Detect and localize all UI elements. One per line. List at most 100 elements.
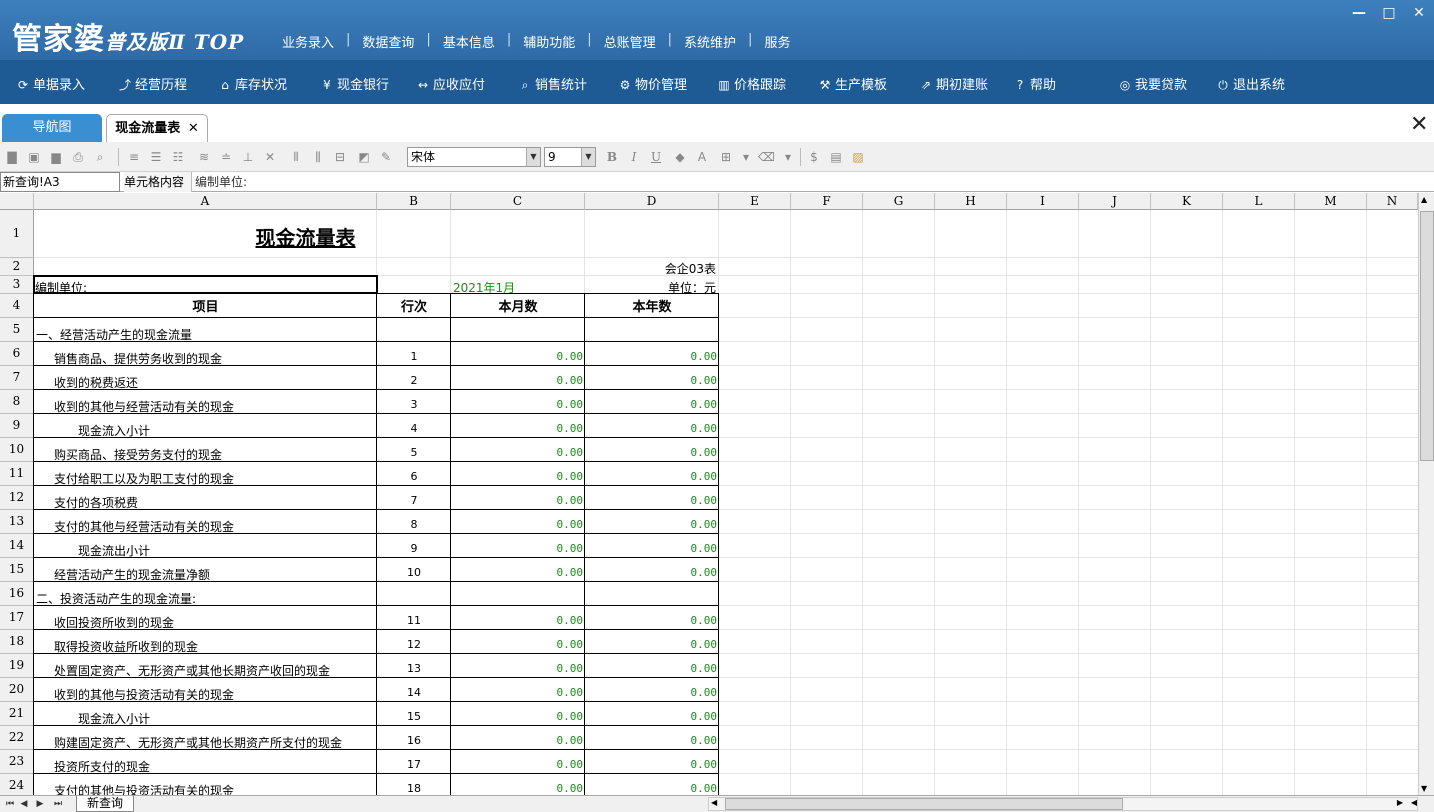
last-sheet-icon[interactable]: ⏭ bbox=[52, 797, 64, 811]
nav-item-1[interactable]: ⤴ 经营历程 bbox=[118, 74, 187, 93]
row-header[interactable]: 4 bbox=[0, 294, 34, 318]
row-header[interactable]: 23 bbox=[0, 750, 34, 774]
font-size-select[interactable]: 9 ▼ bbox=[544, 147, 596, 167]
column-header[interactable]: B bbox=[377, 193, 451, 210]
row-header[interactable]: 12 bbox=[0, 486, 34, 510]
nav-item-10[interactable]: ? 帮助 bbox=[1013, 74, 1056, 93]
merge-cells-icon[interactable]: ◩ bbox=[356, 150, 372, 164]
format-painter-icon[interactable]: ✎ bbox=[378, 150, 394, 164]
font-color-icon[interactable]: A bbox=[694, 150, 710, 164]
align-top-icon[interactable]: ☰ bbox=[148, 150, 164, 164]
preview-icon[interactable]: ⌕ bbox=[92, 150, 108, 164]
top-menu-item[interactable]: 辅助功能 bbox=[511, 32, 587, 51]
align-justify-icon[interactable]: ☷ bbox=[170, 150, 186, 164]
minimize-button[interactable]: — bbox=[1348, 4, 1370, 22]
scroll-down-icon[interactable]: ▼ bbox=[1421, 784, 1427, 793]
bold-icon[interactable]: B bbox=[604, 150, 620, 164]
delete-row-icon[interactable]: ⊟ bbox=[332, 150, 348, 164]
row-header[interactable]: 22 bbox=[0, 726, 34, 750]
top-menu-item[interactable]: 服务 bbox=[752, 32, 802, 51]
nav-item-8[interactable]: ⚒ 生产模板 bbox=[818, 74, 887, 93]
borders-dropdown-icon[interactable]: ▾ bbox=[738, 150, 754, 164]
close-all-tabs-icon[interactable]: ✕ bbox=[1410, 112, 1428, 137]
save-icon[interactable]: ▣ bbox=[26, 150, 42, 164]
image-icon[interactable]: ▨ bbox=[850, 150, 866, 164]
new-icon[interactable]: ▇ bbox=[4, 150, 20, 164]
eraser-dropdown-icon[interactable]: ▾ bbox=[780, 150, 796, 164]
borders-icon[interactable]: ⊞ bbox=[718, 150, 734, 164]
top-menu-item[interactable]: 总账管理 bbox=[592, 32, 668, 51]
horizontal-scrollbar[interactable]: ◀ ▶ ◀ bbox=[708, 797, 1418, 811]
fill-color-icon[interactable]: ◆ bbox=[672, 150, 688, 164]
nav-item-6[interactable]: ⚙ 物价管理 bbox=[618, 74, 687, 93]
delete-column-icon[interactable]: ⫼ bbox=[310, 150, 326, 164]
column-header[interactable]: K bbox=[1151, 193, 1223, 210]
document-icon[interactable]: ▤ bbox=[828, 150, 844, 164]
column-header[interactable]: M bbox=[1295, 193, 1367, 210]
valign-middle-icon[interactable]: ≐ bbox=[218, 150, 234, 164]
column-header[interactable]: L bbox=[1223, 193, 1295, 210]
vertical-scroll-thumb[interactable] bbox=[1420, 211, 1434, 461]
nav-item-4[interactable]: ↔ 应收应付 bbox=[416, 74, 485, 93]
row-header[interactable]: 16 bbox=[0, 582, 34, 606]
row-header[interactable]: 20 bbox=[0, 678, 34, 702]
column-header[interactable]: E bbox=[719, 193, 791, 210]
nav-item-3[interactable]: ¥ 现金银行 bbox=[320, 74, 389, 93]
top-menu-item[interactable]: 系统维护 bbox=[672, 32, 748, 51]
nav-item-9[interactable]: ⇗ 期初建账 bbox=[919, 74, 988, 93]
row-header[interactable]: 6 bbox=[0, 342, 34, 366]
prev-sheet-icon[interactable]: ◀ bbox=[18, 797, 30, 811]
column-header[interactable]: D bbox=[585, 193, 719, 210]
name-box[interactable]: 新查询!A3 bbox=[0, 172, 120, 192]
row-header[interactable]: 7 bbox=[0, 366, 34, 390]
nav-item-7[interactable]: ▥ 价格跟踪 bbox=[717, 74, 786, 93]
scroll-up-icon[interactable]: ▲ bbox=[1421, 195, 1427, 204]
scroll-right-icon[interactable]: ▶ bbox=[1397, 798, 1403, 807]
print-icon[interactable]: ⎙ bbox=[70, 150, 86, 164]
row-header[interactable]: 18 bbox=[0, 630, 34, 654]
vertical-scrollbar[interactable]: ▲ ▼ bbox=[1418, 193, 1434, 795]
font-name-select[interactable]: 宋体 ▼ bbox=[407, 147, 541, 167]
row-header[interactable]: 24 bbox=[0, 774, 34, 795]
maximize-button[interactable]: □ bbox=[1378, 4, 1400, 22]
select-all-corner[interactable] bbox=[0, 193, 34, 210]
column-header[interactable]: I bbox=[1007, 193, 1079, 210]
close-window-button[interactable]: ✕ bbox=[1408, 4, 1430, 22]
column-header[interactable]: N bbox=[1367, 193, 1418, 210]
column-header[interactable]: H bbox=[935, 193, 1007, 210]
horizontal-scroll-thumb[interactable] bbox=[725, 798, 1123, 810]
nav-item-11[interactable]: ◎ 我要贷款 bbox=[1118, 74, 1187, 93]
formula-input[interactable]: 编制单位: bbox=[195, 172, 247, 192]
sheet-tab[interactable]: 新查询 bbox=[76, 796, 134, 812]
nav-item-2[interactable]: ⌂ 库存状况 bbox=[218, 74, 287, 93]
row-header[interactable]: 15 bbox=[0, 558, 34, 582]
row-header[interactable]: 14 bbox=[0, 534, 34, 558]
export-icon[interactable]: ▆ bbox=[48, 150, 64, 164]
row-header[interactable]: 1 bbox=[0, 210, 34, 258]
wrap-icon[interactable]: ≋ bbox=[196, 150, 212, 164]
top-menu-item[interactable]: 业务录入 bbox=[270, 32, 346, 51]
column-header[interactable]: G bbox=[863, 193, 935, 210]
row-header[interactable]: 5 bbox=[0, 318, 34, 342]
underline-icon[interactable]: U bbox=[648, 150, 664, 164]
italic-icon[interactable]: I bbox=[626, 150, 642, 164]
row-header[interactable]: 17 bbox=[0, 606, 34, 630]
row-header[interactable]: 8 bbox=[0, 390, 34, 414]
insert-column-icon[interactable]: ⫴ bbox=[288, 150, 304, 164]
row-header[interactable]: 19 bbox=[0, 654, 34, 678]
nav-item-0[interactable]: ⟳ 单据录入 bbox=[16, 74, 85, 93]
tab-close-icon[interactable]: ✕ bbox=[188, 121, 199, 136]
scroll-left-icon[interactable]: ◀ bbox=[711, 798, 717, 807]
align-left-icon[interactable]: ≡ bbox=[126, 150, 142, 164]
column-header[interactable]: F bbox=[791, 193, 863, 210]
formula-icon[interactable]: $ bbox=[806, 150, 822, 164]
eraser-icon[interactable]: ⌫ bbox=[758, 150, 775, 164]
tab-navigation-map[interactable]: 导航图 bbox=[2, 114, 102, 142]
top-menu-item[interactable]: 基本信息 bbox=[431, 32, 507, 51]
spreadsheet-grid[interactable]: A B C D E F G H I J K L M N 1 2 3 4 5 6 7 8 9 10 11 12 13 14 15 16 17 1… bbox=[0, 193, 1418, 795]
column-header[interactable]: J bbox=[1079, 193, 1151, 210]
tab-cash-flow-statement[interactable]: 现金流量表 ✕ bbox=[106, 114, 208, 142]
scroll-end-icon[interactable]: ◀ bbox=[1411, 798, 1417, 807]
first-sheet-icon[interactable]: ⏮ bbox=[4, 797, 16, 811]
valign-bottom-icon[interactable]: ⊥ bbox=[240, 150, 256, 164]
